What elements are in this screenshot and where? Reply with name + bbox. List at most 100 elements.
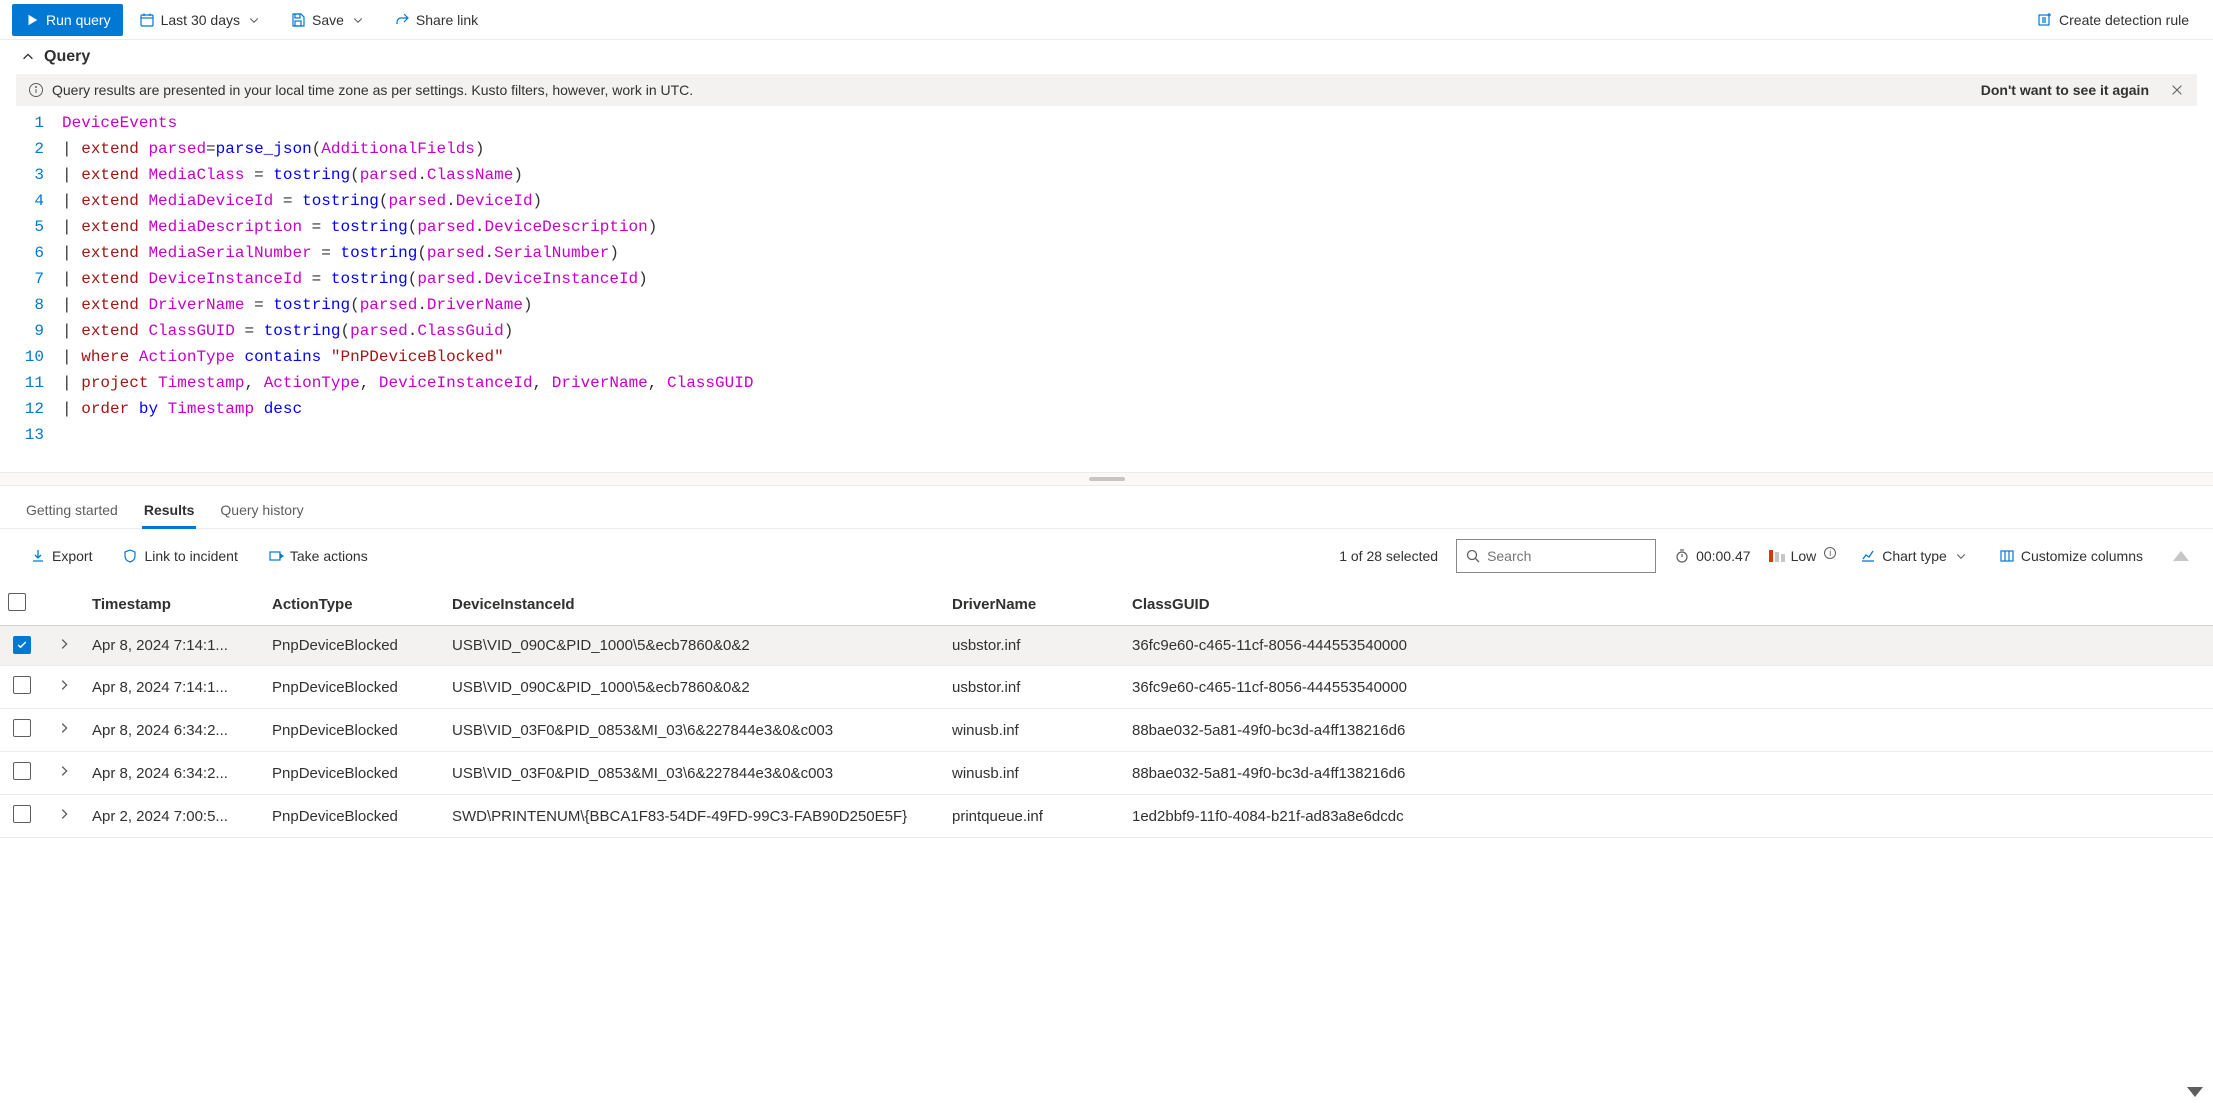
download-icon — [30, 548, 46, 564]
scroll-down-triangle[interactable] — [2187, 1087, 2203, 1097]
header-checkbox[interactable] — [0, 583, 44, 626]
run-query-button[interactable]: Run query — [12, 4, 123, 36]
expand-row-icon[interactable] — [57, 807, 71, 825]
query-editor[interactable]: 1 2 3 4 5 6 7 8 9 10 11 12 13 DeviceEven… — [0, 106, 2213, 472]
table-row[interactable]: Apr 8, 2024 6:34:2...PnpDeviceBlockedUSB… — [0, 709, 2213, 752]
cell-actiontype: PnpDeviceBlocked — [264, 709, 444, 752]
run-query-label: Run query — [46, 12, 111, 28]
expand-row-icon[interactable] — [57, 678, 71, 696]
export-button[interactable]: Export — [24, 540, 98, 572]
expand-row-icon[interactable] — [57, 764, 71, 782]
chevron-up-icon — [20, 49, 36, 65]
cell-drivername: winusb.inf — [944, 752, 1124, 795]
chart-type-button[interactable]: Chart type — [1854, 540, 1975, 572]
query-title: Query — [44, 48, 90, 66]
share-link-button[interactable]: Share link — [382, 4, 490, 36]
chevron-down-icon — [350, 12, 366, 28]
bars-icon — [1769, 550, 1785, 562]
share-icon — [394, 12, 410, 28]
info-bar: Query results are presented in your loca… — [16, 74, 2197, 106]
scroll-up-triangle[interactable] — [2173, 551, 2189, 561]
take-actions-label: Take actions — [290, 548, 368, 564]
cell-drivername: printqueue.inf — [944, 795, 1124, 838]
info-bar-dismiss-link[interactable]: Don't want to see it again — [1981, 82, 2161, 98]
link-incident-label: Link to incident — [144, 548, 237, 564]
results-toolbar: Export Link to incident Take actions 1 o… — [0, 529, 2213, 583]
cell-classguid: 36fc9e60-c465-11cf-8056-444553540000 — [1124, 626, 2213, 666]
cell-classguid: 36fc9e60-c465-11cf-8056-444553540000 — [1124, 666, 2213, 709]
cell-classguid: 88bae032-5a81-49f0-bc3d-a4ff138216d6 — [1124, 752, 2213, 795]
header-actiontype[interactable]: ActionType — [264, 583, 444, 626]
info-icon — [28, 82, 44, 98]
time-range-label: Last 30 days — [161, 12, 240, 28]
cell-timestamp: Apr 2, 2024 7:00:5... — [84, 795, 264, 838]
stopwatch-icon — [1674, 548, 1690, 564]
search-box[interactable] — [1456, 539, 1656, 573]
info-icon[interactable]: i — [1824, 547, 1836, 559]
play-icon — [24, 12, 40, 28]
cell-deviceinstanceid: USB\VID_03F0&PID_0853&MI_03\6&227844e3&0… — [444, 752, 944, 795]
table-row[interactable]: Apr 2, 2024 7:00:5...PnpDeviceBlockedSWD… — [0, 795, 2213, 838]
table-row[interactable]: Apr 8, 2024 6:34:2...PnpDeviceBlockedUSB… — [0, 752, 2213, 795]
table-row[interactable]: Apr 8, 2024 7:14:1...PnpDeviceBlockedUSB… — [0, 666, 2213, 709]
cell-classguid: 1ed2bbf9-11f0-4084-b21f-ad83a8e6dcdc — [1124, 795, 2213, 838]
customize-columns-label: Customize columns — [2021, 548, 2143, 564]
cell-actiontype: PnpDeviceBlocked — [264, 795, 444, 838]
row-checkbox[interactable] — [13, 762, 31, 780]
cell-drivername: usbstor.inf — [944, 666, 1124, 709]
top-toolbar: Run query Last 30 days Save Share link C… — [0, 0, 2213, 40]
link-to-incident-button[interactable]: Link to incident — [116, 540, 243, 572]
search-input[interactable] — [1487, 548, 1647, 564]
row-checkbox[interactable] — [13, 676, 31, 694]
row-checkbox[interactable] — [13, 636, 31, 654]
header-timestamp[interactable]: Timestamp — [84, 583, 264, 626]
editor-code[interactable]: DeviceEvents | extend parsed=parse_json(… — [62, 110, 753, 448]
tab-getting-started[interactable]: Getting started — [24, 494, 120, 528]
cell-timestamp: Apr 8, 2024 7:14:1... — [84, 666, 264, 709]
save-button[interactable]: Save — [278, 4, 378, 36]
header-classguid[interactable]: ClassGUID — [1124, 583, 2213, 626]
export-label: Export — [52, 548, 92, 564]
chevron-down-icon — [1953, 548, 1969, 564]
results-table: Timestamp ActionType DeviceInstanceId Dr… — [0, 583, 2213, 838]
row-checkbox[interactable] — [13, 719, 31, 737]
cell-deviceinstanceid: SWD\PRINTENUM\{BBCA1F83-54DF-49FD-99C3-F… — [444, 795, 944, 838]
tab-query-history[interactable]: Query history — [218, 494, 305, 528]
take-actions-button[interactable]: Take actions — [262, 540, 374, 572]
calendar-icon — [139, 12, 155, 28]
info-bar-text: Query results are presented in your loca… — [52, 82, 693, 98]
table-row[interactable]: Apr 8, 2024 7:14:1...PnpDeviceBlockedUSB… — [0, 626, 2213, 666]
actions-icon — [268, 548, 284, 564]
cell-classguid: 88bae032-5a81-49f0-bc3d-a4ff138216d6 — [1124, 709, 2213, 752]
row-checkbox[interactable] — [13, 805, 31, 823]
splitter-handle[interactable] — [0, 472, 2213, 486]
cell-actiontype: PnpDeviceBlocked — [264, 666, 444, 709]
share-label: Share link — [416, 12, 478, 28]
cell-drivername: winusb.inf — [944, 709, 1124, 752]
cell-timestamp: Apr 8, 2024 6:34:2... — [84, 709, 264, 752]
tab-results[interactable]: Results — [142, 494, 197, 528]
header-drivername[interactable]: DriverName — [944, 583, 1124, 626]
cell-actiontype: PnpDeviceBlocked — [264, 626, 444, 666]
header-deviceinstanceid[interactable]: DeviceInstanceId — [444, 583, 944, 626]
save-icon — [290, 12, 306, 28]
detection-rule-icon — [2037, 12, 2053, 28]
customize-columns-button[interactable]: Customize columns — [1993, 540, 2149, 572]
create-detection-rule-button[interactable]: Create detection rule — [2025, 4, 2201, 36]
expand-row-icon[interactable] — [57, 721, 71, 739]
expand-row-icon[interactable] — [57, 637, 71, 655]
editor-gutter: 1 2 3 4 5 6 7 8 9 10 11 12 13 — [16, 110, 62, 448]
resource-usage: Low i — [1769, 548, 1837, 564]
close-icon[interactable] — [2169, 82, 2185, 98]
cell-deviceinstanceid: USB\VID_090C&PID_1000\5&ecb7860&0&2 — [444, 626, 944, 666]
search-icon — [1465, 548, 1481, 564]
cell-timestamp: Apr 8, 2024 6:34:2... — [84, 752, 264, 795]
chevron-down-icon — [246, 12, 262, 28]
query-section-header[interactable]: Query — [0, 40, 2213, 70]
selection-count: 1 of 28 selected — [1339, 548, 1438, 564]
table-header-row: Timestamp ActionType DeviceInstanceId Dr… — [0, 583, 2213, 626]
time-range-button[interactable]: Last 30 days — [127, 4, 274, 36]
results-tabs: Getting started Results Query history — [0, 486, 2213, 529]
chart-type-label: Chart type — [1882, 548, 1947, 564]
cell-actiontype: PnpDeviceBlocked — [264, 752, 444, 795]
